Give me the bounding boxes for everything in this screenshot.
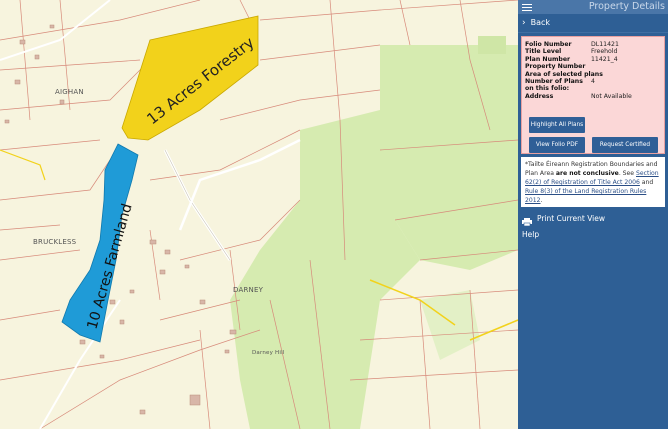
detail-value: 11421_4 xyxy=(591,55,618,63)
detail-row: Property Number xyxy=(525,63,661,70)
detail-value: DL11421 xyxy=(591,41,619,48)
detail-value: 4 xyxy=(591,78,595,86)
rule-8-link[interactable]: Rule 8(3) of the Land Registration Rules… xyxy=(525,188,646,204)
detail-label: Address xyxy=(525,92,554,100)
detail-label: Property Number xyxy=(525,63,586,71)
place-label-darney: DARNEY xyxy=(233,286,264,294)
panel-header: Property Details xyxy=(518,0,668,14)
back-button[interactable]: › Back xyxy=(518,14,668,33)
detail-value: Not Available xyxy=(591,92,632,100)
detail-row: Plan Number 11421_4 xyxy=(525,56,661,63)
detail-label: Area of selected plans xyxy=(525,70,603,78)
detail-row: Folio Number DL11421 xyxy=(525,41,661,48)
printer-icon xyxy=(522,216,532,226)
note-text: and xyxy=(639,179,654,186)
view-folio-pdf-button[interactable]: View Folio PDF xyxy=(529,137,585,153)
highlight-all-plans-button[interactable]: Highlight All Plans xyxy=(529,117,585,133)
place-label-bruckless: BRUCKLESS xyxy=(33,238,77,246)
detail-label: Plan Number xyxy=(525,55,571,63)
map-canvas: 13 Acres Forestry 10 Acres Farmland xyxy=(0,0,518,429)
woodland-area xyxy=(478,36,506,54)
chevron-right-icon: › xyxy=(522,18,526,28)
folio-details-box: Folio Number DL11421 Title Level Freehol… xyxy=(521,36,665,164)
place-label-aighan: AIGHAN xyxy=(55,88,84,96)
help-label: Help xyxy=(522,230,540,239)
detail-label: Folio Number xyxy=(525,41,572,48)
note-text: . See xyxy=(618,170,636,177)
note-bold: are not conclusive xyxy=(555,170,619,177)
detail-label: Number of Plans on this folio: xyxy=(525,78,583,93)
panel-title: Property Details xyxy=(588,1,665,12)
disclaimer-note: *Tailte Éireann Registration Boundaries … xyxy=(521,157,665,207)
hamburger-menu-icon[interactable] xyxy=(522,2,532,12)
back-label: Back xyxy=(530,18,551,27)
help-item[interactable]: Help xyxy=(518,227,668,243)
detail-value: Freehold xyxy=(591,48,618,56)
print-label: Print Current View xyxy=(537,214,605,223)
property-details-panel: Property Details › Back Folio Number DL11… xyxy=(518,0,668,429)
request-certified-copy-button[interactable]: Request Certified Copy xyxy=(592,137,658,164)
place-label-darney-hill: Darney Hill xyxy=(252,350,285,356)
detail-row: Number of Plans on this folio: 4 xyxy=(525,78,661,93)
detail-label: Title Level xyxy=(525,48,562,56)
note-text: . xyxy=(540,197,543,204)
print-current-view-item[interactable]: Print Current View xyxy=(518,211,668,227)
map-view[interactable]: 13 Acres Forestry 10 Acres Farmland AIGH… xyxy=(0,0,518,429)
detail-row: Address Not Available xyxy=(525,93,661,100)
detail-row: Area of selected plans xyxy=(525,71,661,78)
detail-row: Title Level Freehold xyxy=(525,48,661,55)
